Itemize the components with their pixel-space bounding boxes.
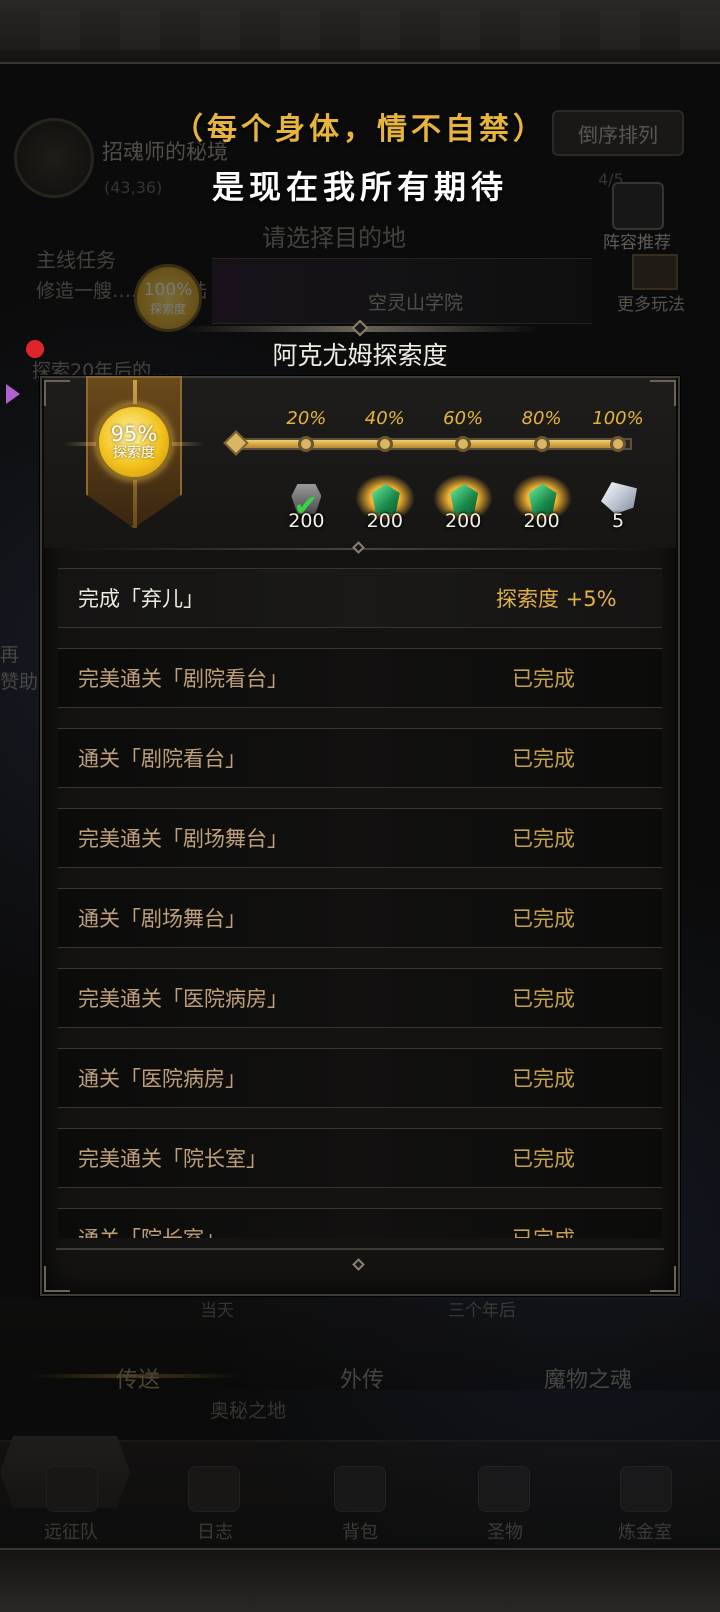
more-modes-icon[interactable] [632, 254, 678, 290]
task-label: 通关「院长室」 [78, 1223, 225, 1238]
lyric-line-2: 是现在我所有期待 [211, 168, 508, 206]
corner-ornament [44, 1266, 70, 1292]
task-label: 通关「医院病房」 [78, 1067, 246, 1091]
task-status: 已完成 [512, 747, 575, 771]
corner-ornament [44, 380, 70, 406]
milestone-node [533, 436, 550, 452]
nav-backpack[interactable]: 背包 [315, 1518, 405, 1544]
progress-fill [242, 440, 611, 448]
destination-name[interactable]: 空灵山学院 [368, 288, 463, 315]
task-row: 完美通关「医院病房」 已完成 [58, 968, 662, 1028]
panel-title: 阿克尤姆探索度 [272, 341, 448, 370]
game-screen: 招魂师的秘境 (43,36) 倒序排列 4/5 阵容推荐 请选择目的地 主线任务… [0, 0, 720, 1612]
milestone-node [376, 436, 393, 452]
destination-medal-label: 探索度 [149, 301, 186, 316]
lineup-label[interactable]: 阵容推荐 [603, 228, 671, 253]
milestone-reward-amount: 200 [445, 510, 482, 532]
task-status: 已完成 [512, 1147, 575, 1171]
task-status: 已完成 [512, 827, 575, 851]
list-info-right: 三个年后 [448, 1301, 516, 1321]
exploration-medal: 95% 探索度 [96, 404, 172, 480]
milestone-reward-amount: 200 [366, 510, 403, 532]
expedition-icon[interactable] [46, 1466, 98, 1512]
top-frame [0, 0, 720, 64]
list-info-left: 当天 [200, 1301, 234, 1321]
relic-icon[interactable] [478, 1466, 530, 1512]
alchemy-icon[interactable] [620, 1466, 672, 1512]
milestone-node [610, 436, 626, 452]
side-arrow-icon[interactable] [6, 384, 20, 404]
task-status: 探索度 +5% [496, 587, 617, 611]
task-row: 通关「医院病房」 已完成 [58, 1048, 662, 1108]
corner-ornament [650, 380, 676, 406]
task-status: 已完成 [512, 987, 575, 1011]
destination-medal-percent: 100% [143, 279, 193, 300]
exploration-percent: 95% [110, 422, 158, 446]
task-status: 已完成 [512, 907, 575, 931]
milestone-reward-amount: 5 [611, 510, 625, 532]
select-destination-prompt: 请选择目的地 [262, 224, 406, 252]
lyric-line-1: （每个身体，情不自禁） [173, 112, 547, 147]
tab-side-story[interactable]: 外传 [340, 1362, 384, 1394]
task-row: 完美通关「院长室」 已完成 [58, 1128, 662, 1188]
milestone-percent: 20% [286, 408, 327, 429]
task-label: 完美通关「剧场舞台」 [78, 827, 288, 851]
milestone-percent: 80% [521, 408, 562, 429]
nav-relic[interactable]: 圣物 [460, 1518, 550, 1544]
corner-ornament [650, 1266, 676, 1292]
task-label: 完成「弃儿」 [78, 587, 204, 611]
backpack-icon[interactable] [334, 1466, 386, 1512]
nav-expedition[interactable]: 远征队 [26, 1518, 116, 1544]
milestone-reward-amount: 200 [523, 510, 560, 532]
task-row: 完成「弃儿」 探索度 +5% [58, 568, 662, 628]
task-label: 通关「剧院看台」 [78, 747, 246, 771]
tab-teleport[interactable]: 传送 [116, 1362, 160, 1394]
task-status: 已完成 [512, 667, 575, 691]
task-status: 已完成 [512, 1223, 575, 1238]
more-modes-label[interactable]: 更多玩法 [617, 290, 685, 315]
destination-medal-icon: 100% 探索度 [134, 264, 202, 332]
main-quest-label: 主线任务 [36, 248, 116, 272]
task-row: 通关「剧场舞台」 已完成 [58, 888, 662, 948]
nav-alchemy[interactable]: 炼金室 [600, 1518, 690, 1544]
task-row: 完美通关「剧场舞台」 已完成 [58, 808, 662, 868]
task-list[interactable]: 完成「弃儿」 探索度 +5% 完美通关「剧院看台」 已完成 通关「剧院看台」 已完成 完美通… [58, 568, 662, 1238]
task-label: 完美通关「剧院看台」 [78, 667, 288, 691]
journal-icon[interactable] [188, 1466, 240, 1512]
milestone-reward-amount: 200 [288, 510, 325, 532]
side-text[interactable]: 再 赞助 [0, 640, 40, 694]
task-row: 完美通关「剧院看台」 已完成 [58, 648, 662, 708]
exploration-label: 探索度 [113, 445, 155, 461]
tab-monster-soul[interactable]: 魔物之魂 [544, 1362, 632, 1394]
task-row: 通关「院长室」 已完成 [58, 1208, 662, 1238]
task-row: 通关「剧院看台」 已完成 [58, 728, 662, 788]
milestone-percent: 100% [592, 408, 644, 429]
task-label: 通关「剧场舞台」 [78, 907, 246, 931]
milestone-percent: 60% [443, 408, 484, 429]
land-label: 奥秘之地 [210, 1400, 287, 1422]
task-label: 完美通关「院长室」 [78, 1147, 267, 1171]
task-status: 已完成 [512, 1067, 575, 1091]
task-label: 完美通关「医院病房」 [78, 987, 288, 1011]
nav-journal[interactable]: 日志 [170, 1518, 260, 1544]
bottom-frame [0, 1548, 720, 1612]
milestone-percent: 40% [364, 408, 405, 429]
